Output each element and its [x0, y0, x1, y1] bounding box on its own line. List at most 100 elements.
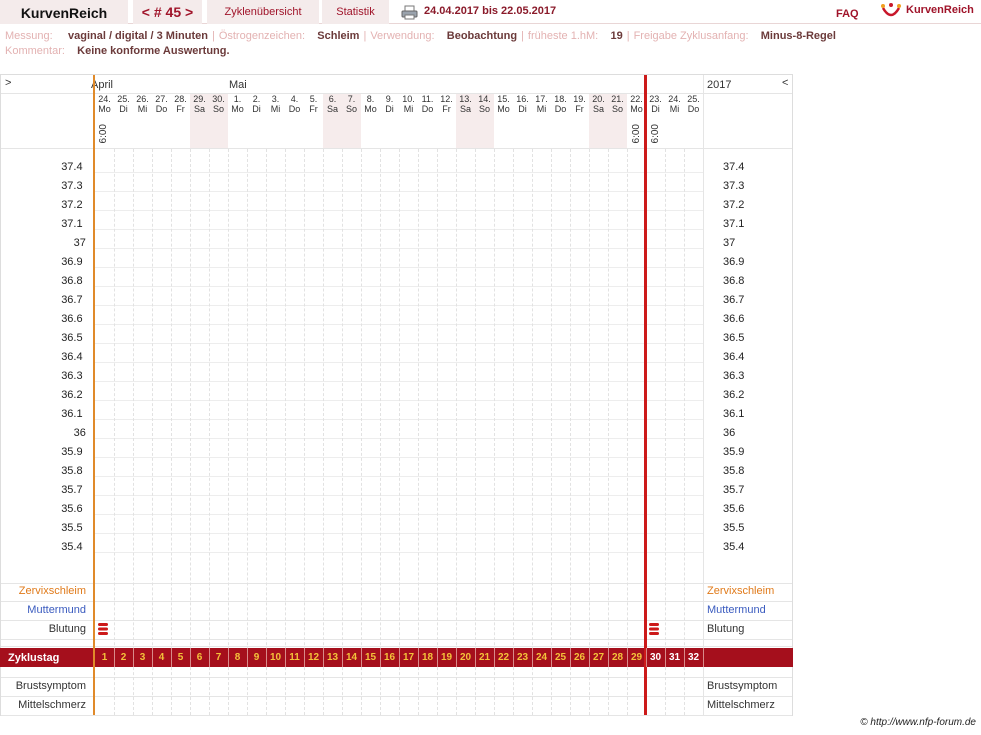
- grid-line: [1, 715, 792, 716]
- temp-label-right: 36.2: [723, 389, 745, 401]
- cycle-day-number: 30: [649, 652, 662, 663]
- day-name: Do: [288, 104, 301, 114]
- cycle-day-number: 11: [289, 652, 300, 663]
- freigabe-value: Minus-8-Regel: [760, 30, 836, 42]
- day-grid-line: [665, 149, 666, 715]
- day-name: Do: [687, 104, 700, 114]
- cycle-day-number: 12: [307, 652, 320, 663]
- nav-next-button[interactable]: <: [782, 77, 788, 89]
- time-label-start: 6:00: [98, 124, 109, 144]
- day-header: 10. Mi: [399, 94, 418, 114]
- temp-label-left: 37.2: [61, 199, 83, 211]
- cycle-day-number: 17: [402, 652, 415, 663]
- temp-label-right: 36.4: [723, 351, 745, 363]
- temp-label-left: 35.8: [61, 465, 83, 477]
- day-name: Mi: [403, 104, 414, 114]
- cycle-day-number: 20: [459, 652, 472, 663]
- day-grid-line: [418, 149, 419, 715]
- app-title[interactable]: KurvenReich: [0, 0, 128, 24]
- freigabe-label: Freigabe Zyklusanfang:: [633, 30, 749, 42]
- logo-icon: [881, 3, 901, 17]
- day-grid-line: [551, 149, 552, 715]
- grid-line: [1, 646, 792, 647]
- temp-label-left: 36.6: [61, 313, 83, 325]
- day-number: 8.: [366, 94, 375, 104]
- day-number: 11.: [421, 94, 434, 104]
- time-label-end-b: 6:00: [650, 124, 661, 144]
- temp-label-left: 36.5: [61, 332, 83, 344]
- day-name: Fr: [309, 104, 318, 114]
- day-number: 5.: [309, 94, 318, 104]
- day-number: 17.: [535, 94, 548, 104]
- day-header: 25. Do: [684, 94, 703, 114]
- day-number: 29.: [193, 94, 206, 104]
- temp-label-left: 36.1: [61, 408, 83, 420]
- day-name: Di: [385, 104, 394, 114]
- day-header: 25. Di: [114, 94, 133, 114]
- cycle-day-number: 22: [497, 652, 510, 663]
- temp-label-right: 35.7: [723, 484, 745, 496]
- cycle-day-number: 1: [101, 652, 108, 663]
- day-grid-line: [342, 149, 343, 715]
- day-name: Fr: [575, 104, 584, 114]
- temp-label-left: 36.9: [61, 256, 83, 268]
- cycle-day-number: 2: [120, 652, 127, 663]
- day-grid-line: [190, 149, 191, 715]
- day-grid-line: [304, 149, 305, 715]
- cycle-day-number: 32: [687, 652, 700, 663]
- day-header: 5. Fr: [304, 94, 323, 114]
- oestrogen-label: Östrogenzeichen:: [218, 30, 306, 42]
- day-grid-line: [152, 149, 153, 715]
- day-grid-line: [171, 149, 172, 715]
- print-icon[interactable]: [401, 5, 418, 20]
- day-number: 27.: [155, 94, 168, 104]
- grid-line: [1, 601, 792, 602]
- day-header: 14. So: [475, 94, 494, 114]
- day-grid-line: [627, 149, 628, 715]
- day-name: Mo: [364, 104, 377, 114]
- day-header: 21. So: [608, 94, 627, 114]
- day-name: Mo: [497, 104, 510, 114]
- day-name: Di: [518, 104, 527, 114]
- grid-line: [1, 639, 792, 640]
- cycle-day-number: 19: [440, 652, 453, 663]
- day-header: 13. Sa: [456, 94, 475, 114]
- day-header: 1. Mo: [228, 94, 247, 114]
- date-range: 24.04.2017 bis 22.05.2017: [424, 5, 557, 17]
- day-grid-line: [513, 149, 514, 715]
- tab-cycle-overview[interactable]: Zyklenübersicht: [207, 0, 319, 24]
- row-label-blutung: Blutung: [48, 623, 86, 635]
- day-name: Fr: [442, 104, 451, 114]
- day-grid-line: [589, 149, 590, 715]
- day-grid-line: [361, 149, 362, 715]
- day-name: Sa: [459, 104, 471, 114]
- day-number: 1.: [233, 94, 242, 104]
- day-grid-line: [456, 149, 457, 715]
- faq-link[interactable]: FAQ: [836, 8, 859, 20]
- tab-statistics[interactable]: Statistik: [322, 0, 389, 24]
- grid-line: [1, 696, 792, 697]
- day-number: 25.: [687, 94, 700, 104]
- temp-label-right: 35.9: [723, 446, 745, 458]
- day-number: 21.: [611, 94, 624, 104]
- cycle-navigator[interactable]: < # 45 >: [133, 0, 202, 24]
- cycle-day-number: 29: [630, 652, 643, 663]
- row-label-brustsymptom-right: Brustsymptom: [707, 680, 778, 692]
- temp-label-right: 36.3: [723, 370, 745, 382]
- kommentar-label: Kommentar:: [5, 45, 65, 57]
- day-grid-line: [608, 149, 609, 715]
- day-grid-line: [247, 149, 248, 715]
- oestrogen-value: Schleim: [317, 30, 360, 42]
- day-header: 29. Sa: [190, 94, 209, 114]
- cycle-day-number: 7: [215, 652, 222, 663]
- nav-prev-button[interactable]: >: [5, 77, 11, 89]
- day-header: 24. Mi: [665, 94, 684, 114]
- day-grid-line: [532, 149, 533, 715]
- cycle-day-number: 23: [516, 652, 529, 663]
- temp-label-right: 36: [723, 427, 736, 439]
- day-grid-line: [684, 149, 685, 715]
- kommentar-value: Keine konforme Auswertung.: [77, 45, 230, 57]
- cycle-day-number: 6: [196, 652, 203, 663]
- day-header: 20. Sa: [589, 94, 608, 114]
- comment-row: Kommentar: Keine konforme Auswertung.: [5, 45, 230, 57]
